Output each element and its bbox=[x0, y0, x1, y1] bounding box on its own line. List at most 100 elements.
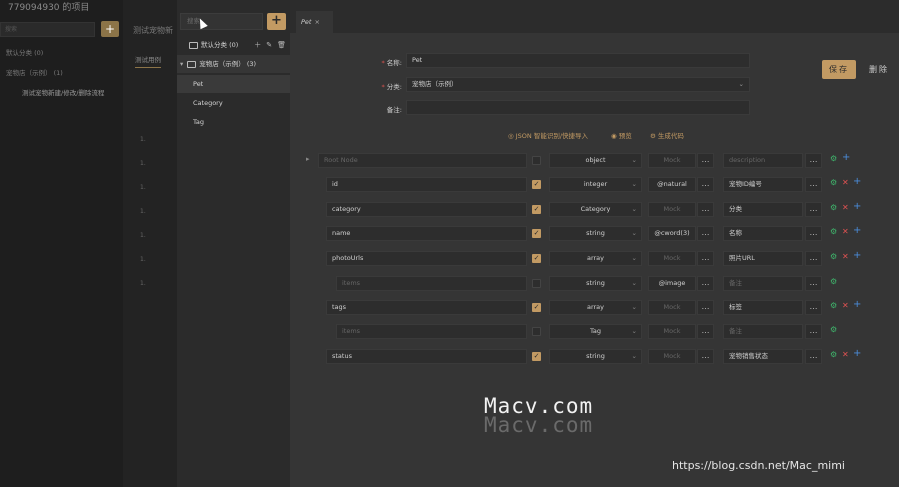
mock-more-button[interactable]: … bbox=[697, 202, 714, 217]
description-input[interactable]: 宠物ID编号 bbox=[723, 177, 803, 192]
mock-more-button[interactable]: … bbox=[697, 276, 714, 291]
description-input[interactable]: 备注 bbox=[723, 276, 803, 291]
edit-icon[interactable]: ✎ bbox=[266, 41, 272, 49]
required-checkbox[interactable]: ✓ bbox=[532, 303, 541, 312]
preview-link[interactable]: ◉ 预览 bbox=[611, 130, 632, 140]
tree-group-default[interactable]: 默认分类 (0) ＋ ✎ 🗑 bbox=[177, 36, 290, 54]
add-icon[interactable]: + bbox=[842, 152, 850, 163]
add-icon[interactable]: ＋ bbox=[254, 41, 261, 49]
mock-input[interactable]: Mock bbox=[648, 202, 696, 217]
delete-icon[interactable]: ✕ bbox=[842, 301, 849, 310]
description-more-button[interactable]: … bbox=[805, 177, 822, 192]
type-select[interactable]: string ⌄ bbox=[549, 226, 642, 241]
mock-more-button[interactable]: … bbox=[697, 251, 714, 266]
trash-icon[interactable]: 🗑 bbox=[277, 41, 286, 49]
settings-icon[interactable]: ⚙ bbox=[830, 350, 837, 359]
delete-icon[interactable]: ✕ bbox=[842, 227, 849, 236]
settings-icon[interactable]: ⚙ bbox=[830, 178, 837, 187]
field-name-input[interactable]: category bbox=[326, 202, 527, 217]
description-input[interactable]: description bbox=[723, 153, 803, 168]
field-name-input[interactable]: items bbox=[336, 324, 527, 339]
type-select[interactable]: object ⌄ bbox=[549, 153, 642, 168]
required-checkbox[interactable]: ✓ bbox=[532, 254, 541, 263]
tree-item-category[interactable]: Category bbox=[177, 94, 290, 112]
note-field[interactable] bbox=[406, 100, 750, 115]
required-checkbox[interactable]: ✓ bbox=[532, 229, 541, 238]
delete-button[interactable]: 删除 bbox=[866, 60, 892, 79]
settings-icon[interactable]: ⚙ bbox=[830, 325, 837, 334]
required-checkbox[interactable] bbox=[532, 279, 541, 288]
codegen-link[interactable]: ⚙ 生成代码 bbox=[650, 130, 684, 140]
description-input[interactable]: 宠物销售状态 bbox=[723, 349, 803, 364]
tree-add-button[interactable]: + bbox=[267, 13, 286, 30]
type-select[interactable]: Tag ⌄ bbox=[549, 324, 642, 339]
field-name-input[interactable]: Root Node bbox=[318, 153, 527, 168]
mock-more-button[interactable]: … bbox=[697, 177, 714, 192]
tree-item-pet[interactable]: Pet bbox=[177, 75, 290, 93]
description-more-button[interactable]: … bbox=[805, 153, 822, 168]
description-more-button[interactable]: … bbox=[805, 202, 822, 217]
description-more-button[interactable]: … bbox=[805, 226, 822, 241]
add-icon[interactable]: + bbox=[853, 225, 861, 236]
mock-more-button[interactable]: … bbox=[697, 349, 714, 364]
type-select[interactable]: integer ⌄ bbox=[549, 177, 642, 192]
settings-icon[interactable]: ⚙ bbox=[830, 301, 837, 310]
mock-input[interactable]: Mock bbox=[648, 349, 696, 364]
description-more-button[interactable]: … bbox=[805, 276, 822, 291]
field-name-input[interactable]: photoUrls bbox=[326, 251, 527, 266]
field-name-input[interactable]: name bbox=[326, 226, 527, 241]
mock-more-button[interactable]: … bbox=[697, 226, 714, 241]
mock-input[interactable]: Mock bbox=[648, 300, 696, 315]
delete-icon[interactable]: ✕ bbox=[842, 252, 849, 261]
settings-icon[interactable]: ⚙ bbox=[830, 154, 837, 163]
name-field[interactable]: Pet bbox=[406, 53, 750, 68]
required-checkbox[interactable] bbox=[532, 156, 541, 165]
mock-input[interactable]: Mock bbox=[648, 153, 696, 168]
add-icon[interactable]: + bbox=[853, 201, 861, 212]
delete-icon[interactable]: ✕ bbox=[842, 350, 849, 359]
description-more-button[interactable]: … bbox=[805, 251, 822, 266]
save-button[interactable]: 保存 bbox=[822, 60, 856, 79]
description-input[interactable]: 分类 bbox=[723, 202, 803, 217]
collapse-icon[interactable]: ▸ bbox=[306, 155, 310, 163]
description-more-button[interactable]: … bbox=[805, 324, 822, 339]
required-checkbox[interactable]: ✓ bbox=[532, 205, 541, 214]
type-select[interactable]: array ⌄ bbox=[549, 300, 642, 315]
category-select[interactable]: 宠物店（示例） ⌄ bbox=[406, 77, 750, 92]
add-icon[interactable]: + bbox=[853, 348, 861, 359]
type-select[interactable]: array ⌄ bbox=[549, 251, 642, 266]
tree-search-input[interactable]: 搜索 bbox=[180, 13, 263, 30]
description-more-button[interactable]: … bbox=[805, 349, 822, 364]
mock-input[interactable]: @image bbox=[648, 276, 696, 291]
add-icon[interactable]: + bbox=[853, 176, 861, 187]
json-import-link[interactable]: ◎ JSON 智能识别/快捷导入 bbox=[508, 130, 588, 140]
type-select[interactable]: string ⌄ bbox=[549, 276, 642, 291]
mock-more-button[interactable]: … bbox=[697, 300, 714, 315]
close-icon[interactable]: × bbox=[314, 18, 319, 26]
mock-input[interactable]: Mock bbox=[648, 251, 696, 266]
add-icon[interactable]: + bbox=[853, 299, 861, 310]
description-input[interactable]: 备注 bbox=[723, 324, 803, 339]
mock-input[interactable]: @cword(3) bbox=[648, 226, 696, 241]
field-name-input[interactable]: id bbox=[326, 177, 527, 192]
settings-icon[interactable]: ⚙ bbox=[830, 252, 837, 261]
required-checkbox[interactable] bbox=[532, 327, 541, 336]
description-input[interactable]: 名称 bbox=[723, 226, 803, 241]
tree-item-tag[interactable]: Tag bbox=[177, 113, 290, 131]
required-checkbox[interactable]: ✓ bbox=[532, 352, 541, 361]
delete-icon[interactable]: ✕ bbox=[842, 203, 849, 212]
type-select[interactable]: string ⌄ bbox=[549, 349, 642, 364]
description-more-button[interactable]: … bbox=[805, 300, 822, 315]
description-input[interactable]: 标签 bbox=[723, 300, 803, 315]
delete-icon[interactable]: ✕ bbox=[842, 178, 849, 187]
settings-icon[interactable]: ⚙ bbox=[830, 277, 837, 286]
tab-pet[interactable]: Pet × bbox=[296, 11, 333, 33]
field-name-input[interactable]: status bbox=[326, 349, 527, 364]
add-icon[interactable]: + bbox=[853, 250, 861, 261]
field-name-input[interactable]: tags bbox=[326, 300, 527, 315]
mock-more-button[interactable]: … bbox=[697, 153, 714, 168]
mock-input[interactable]: Mock bbox=[648, 324, 696, 339]
required-checkbox[interactable]: ✓ bbox=[532, 180, 541, 189]
field-name-input[interactable]: items bbox=[336, 276, 527, 291]
settings-icon[interactable]: ⚙ bbox=[830, 203, 837, 212]
